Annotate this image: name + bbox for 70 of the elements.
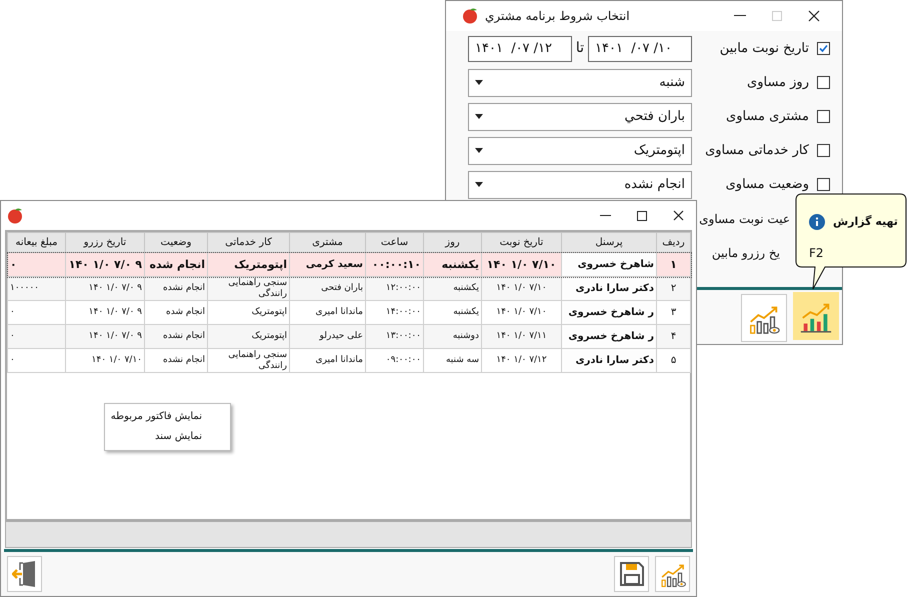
exit-door-icon [12, 560, 38, 588]
column-header[interactable]: مبلغ بیعانه [8, 232, 66, 252]
condition-label: روز مساوی [746, 74, 810, 92]
window-title: انتخاب شروط برنامه مشتري [485, 8, 630, 25]
minimize-button[interactable] [734, 15, 746, 16]
dropdown-caret-icon [475, 114, 483, 120]
column-header[interactable]: مشتری [290, 232, 366, 252]
condition-label: عیت نوبت مساوی [699, 210, 790, 228]
tomato-icon [462, 7, 479, 24]
column-header[interactable]: وضعیت [144, 232, 208, 252]
table-cell: شاهرخ خسروی [562, 252, 656, 276]
checkbox[interactable] [817, 178, 830, 192]
table-row[interactable]: ۱ شاهرخ خسروی ۱۴۰ ۱/۰ ۷/۱۰ یکشنبه ۰۰:۰۰:۱۰ سعید کرمی اپتومتریک انجام شده ۱۴۰ ۱/۰ ۷/۰ ۹ ۰ [8, 252, 690, 276]
table-row[interactable]: ۵ دکتر سارا نادری ۱۴۰ ۱/۰ ۷/۱۲ سه شنبه ۰۹:۰۰:۰۰ ماندانا امیری سنجی راهنمایی رانندگی انجام نشده ۱۴۰ ۱/۰ ۷/۱۰ ۰ [8, 348, 690, 372]
table-row[interactable]: ۳ ر شاهرخ خسروی ۱۴۰ ۱/۰ ۷/۱۰ یکشنبه ۱۴:۰۰:۰۰ ماندانا امیری اپتومتریک انجام شده ۱۴۰ ۱/۰ ۷/۰ ۹ ۰ [8, 300, 690, 324]
table-cell: سه شنبه [424, 348, 482, 372]
shortcut-label: F2 [809, 245, 824, 262]
report-button[interactable] [793, 292, 839, 340]
checkbox[interactable] [817, 144, 830, 158]
checkbox[interactable] [817, 110, 830, 124]
column-header[interactable]: تاریخ نوبت [482, 232, 562, 252]
table-cell: ماندانا امیری [290, 348, 366, 372]
condition-label: تاریخ نوبت مابین [718, 40, 810, 58]
exit-button[interactable] [7, 556, 42, 592]
dropdown-caret-icon [475, 148, 483, 154]
condition-label: مشتری مساوی [725, 108, 810, 126]
column-header[interactable]: کار خدماتی [208, 232, 290, 252]
table-cell: ر شاهرخ خسروی [562, 324, 656, 348]
table-cell: ۰ [8, 348, 66, 372]
table-cell: ۱۴۰ ۱/۰ ۷/۱۰ [66, 348, 144, 372]
date-field[interactable]: ۱۴۰۱ /۰۷ /۱۰ [588, 36, 692, 62]
column-header[interactable]: تاریخ رزرو [66, 232, 144, 252]
save-icon [618, 561, 644, 587]
save-button[interactable] [614, 556, 649, 592]
table-cell: دکتر سارا نادری [562, 276, 656, 300]
checkbox[interactable] [817, 76, 830, 90]
column-header[interactable]: روز [424, 232, 482, 252]
table-cell: دکتر سارا نادری [562, 348, 656, 372]
tomato-icon [7, 207, 24, 224]
dropdown[interactable]: شنبه [468, 68, 692, 97]
table-cell: ر شاهرخ خسروی [562, 300, 656, 324]
close-button[interactable] [808, 10, 820, 22]
column-header[interactable]: ردیف [656, 232, 690, 252]
checkbox[interactable] [817, 42, 830, 56]
menu-item[interactable]: نمایش فاکتور مربوطه [105, 407, 230, 427]
dropdown[interactable]: باران فتحي [468, 102, 692, 131]
table-cell: سنجی راهنمایی رانندگی [208, 348, 290, 372]
menu-item[interactable]: نمایش سند [105, 427, 230, 447]
close-button[interactable] [673, 210, 684, 221]
info-icon [809, 214, 825, 230]
report-preview-button[interactable] [741, 294, 787, 342]
dropdown-caret-icon [475, 182, 483, 188]
dropdown-caret-icon [475, 80, 483, 86]
report-preview-button[interactable] [655, 556, 690, 592]
dropdown[interactable]: انجام نشده [468, 170, 692, 199]
maximize-button[interactable] [637, 210, 647, 220]
table-cell: ۰۹:۰۰:۰۰ [366, 348, 424, 372]
dropdown[interactable]: اپتومتریک [468, 136, 692, 165]
table-cell: ۱۴۰ ۱/۰ ۷/۱۲ [482, 348, 562, 372]
condition-label: یخ رزرو مابین [712, 244, 780, 262]
column-header[interactable]: پرسنل [562, 232, 656, 252]
table-row[interactable]: ۴ ر شاهرخ خسروی ۱۴۰ ۱/۰ ۷/۱۱ دوشنبه ۱۳:۰۰:۰۰ علی حیدرلو اپتومتریک انجام نشده ۱۴۰ ۱/۰ ۷/۰ ۹ ۰ [8, 324, 690, 348]
condition-label: کار خدماتی مساوی [704, 142, 810, 160]
date-field[interactable]: ۱۴۰۱ /۰۷ /۱۲ [468, 36, 572, 62]
tooltip-title: تهیه گزارش [833, 214, 898, 230]
table-row[interactable]: ۲ دکتر سارا نادری ۱۴۰ ۱/۰ ۷/۱۰ یکشنبه ۱۲:۰۰:۰۰ باران فتحی سنجی راهنمایی رانندگی انجام نشده ۱۴۰ ۱/۰ ۷/۰ ۹ ۱۰۰۰۰۰ [8, 276, 690, 300]
condition-label: وضعیت مساوی [724, 176, 810, 194]
column-header[interactable]: ساعت [366, 232, 424, 252]
to-label: تا [574, 39, 586, 58]
table-cell: انجام نشده [144, 348, 208, 372]
